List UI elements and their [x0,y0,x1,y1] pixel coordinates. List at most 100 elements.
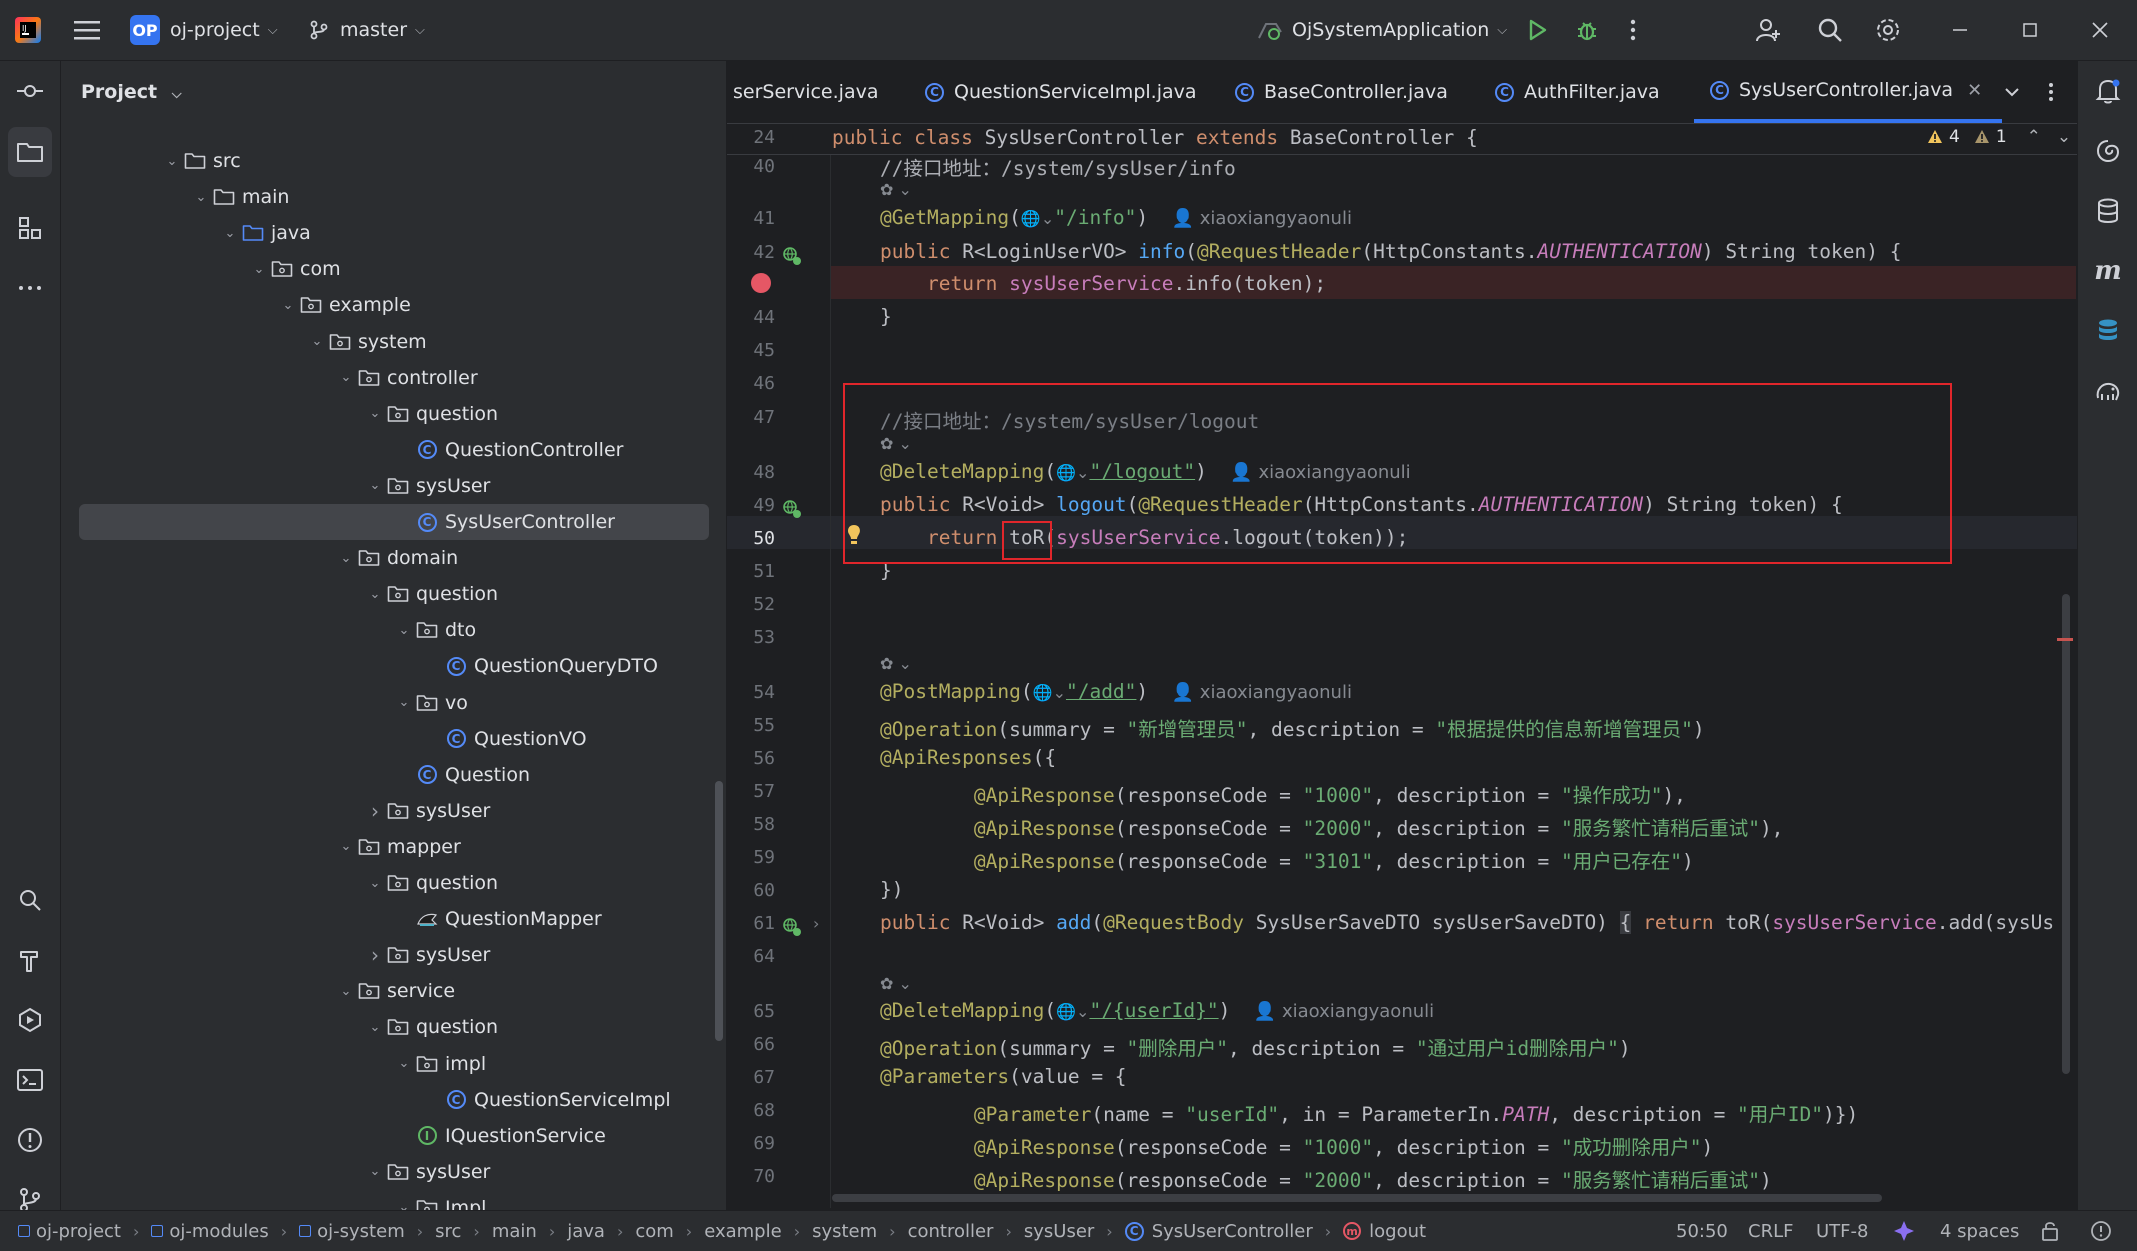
problems-icon[interactable] [0,1115,60,1165]
breadcrumb-item[interactable]: controller [908,1221,994,1242]
chevron-right-icon[interactable]: › [364,943,386,967]
project-view-selector[interactable]: Project ⌵ [81,81,182,103]
project-tree-scrollbar[interactable] [715,781,723,1041]
tree-item[interactable]: › sysUser [61,793,701,829]
tree-item[interactable]: ⌄ mapper [61,829,701,865]
run-config-selector[interactable]: OjSystemApplication ⌵ [1256,0,1507,60]
chevron-down-icon[interactable]: ⌄ [335,370,357,385]
tab-list-chevron-icon[interactable] [2003,61,2021,123]
tree-item[interactable]: ⌄ src [61,143,701,179]
find-icon[interactable] [0,875,60,925]
terminal-icon[interactable] [0,1055,60,1105]
main-menu-icon[interactable] [72,0,102,60]
breadcrumb-item[interactable]: oj-system [317,1221,405,1242]
tree-item[interactable]: ⌄ system [61,324,701,360]
web-endpoint-icon[interactable] [781,916,803,938]
tree-item[interactable]: C QuestionServiceImpl [61,1082,701,1118]
chevron-down-icon[interactable]: ⌄ [277,298,299,313]
tree-item[interactable]: ⌄ question [61,865,701,901]
breadcrumb-item[interactable]: example [704,1221,781,1242]
tab-more-icon[interactable] [2047,61,2055,123]
breadcrumb-item[interactable]: SysUserController [1152,1221,1313,1242]
run-button[interactable] [1524,0,1550,60]
line-separator[interactable]: CRLF [1748,1211,1793,1251]
chevron-up-icon[interactable]: ⌃ [2027,127,2041,147]
chevron-down-icon[interactable]: ⌄ [364,1164,386,1179]
code-editor[interactable]: 24 public class SysUserController extend… [727,124,2077,1208]
chevron-down-icon[interactable]: ⌄ [2057,127,2071,147]
tree-item[interactable]: ⌄ vo [61,685,701,721]
tree-item[interactable]: I IQuestionService [61,1118,701,1154]
commit-icon[interactable] [0,66,60,116]
chevron-down-icon[interactable]: ⌄ [393,695,415,710]
branch-switcher[interactable]: master ⌵ [308,0,425,60]
ai-status-icon[interactable] [1892,1211,1916,1251]
breadcrumb-item[interactable]: oj-modules [169,1221,268,1242]
tree-item[interactable]: ⌄ question [61,576,701,612]
breadcrumb-item[interactable]: main [492,1221,537,1242]
tree-item[interactable]: ⌄ example [61,287,701,323]
chevron-down-icon[interactable]: ⌄ [335,551,357,566]
tree-item[interactable]: ⌄ service [61,973,701,1009]
event-log-icon[interactable] [2090,1211,2112,1251]
ai-hint-icon[interactable]: ✿ ⌄ [880,974,912,993]
settings-gear-icon[interactable] [1874,0,1902,60]
tree-item[interactable]: ⌄ domain [61,540,701,576]
tab-userservice[interactable]: serService.java [733,61,878,123]
tree-item[interactable]: ⌄ controller [61,360,701,396]
tree-item[interactable]: C QuestionVO [61,721,701,757]
chevron-right-icon[interactable]: › [364,799,386,823]
minimize-window-icon[interactable] [1950,0,1970,60]
more-actions-icon[interactable] [1628,0,1638,60]
breadcrumb-item[interactable]: src [435,1221,461,1242]
breadcrumb-item[interactable]: java [567,1221,605,1242]
chevron-down-icon[interactable]: ⌄ [393,1056,415,1071]
search-icon[interactable] [1816,0,1844,60]
chevron-down-icon[interactable]: ⌄ [306,334,328,349]
chevron-down-icon[interactable]: ⌄ [335,839,357,854]
debug-button[interactable] [1574,0,1600,60]
maven-icon[interactable]: m [2078,246,2137,296]
web-endpoint-icon[interactable] [781,498,803,520]
breadcrumb-item[interactable]: oj-project [36,1221,121,1242]
file-encoding[interactable]: UTF-8 [1816,1211,1868,1251]
close-tab-icon[interactable]: ✕ [1967,80,1982,101]
build-hammer-icon[interactable] [0,935,60,985]
chevron-down-icon[interactable]: ⌄ [219,226,241,241]
chevron-down-icon[interactable]: ⌄ [364,1020,386,1035]
tree-item[interactable]: ⌄ question [61,396,701,432]
app-logo-icon[interactable]: IJ [14,0,42,60]
breadcrumb-item[interactable]: system [812,1221,877,1242]
mybatis-database-icon[interactable] [2078,306,2137,356]
chevron-down-icon[interactable]: ⌄ [335,984,357,999]
tree-item[interactable]: ⌄ question [61,1009,701,1045]
fold-chevron-icon[interactable]: › [813,914,819,933]
error-stripe-marker[interactable] [2057,638,2073,641]
editor-vertical-scrollbar[interactable] [2062,594,2070,1074]
inspection-widget[interactable]: 4 1 ⌃ ⌄ [1927,127,2071,147]
notifications-bell-icon[interactable] [2078,66,2137,116]
lock-icon[interactable] [2040,1211,2060,1251]
add-user-icon[interactable] [1754,0,1782,60]
tree-item[interactable]: ⌄ impl [61,1046,701,1082]
gradle-elephant-icon[interactable] [2078,366,2137,416]
tree-item[interactable]: ⌄ java [61,215,701,251]
chevron-down-icon[interactable]: ⌄ [393,623,415,638]
ai-hint-icon[interactable]: ✿ ⌄ [880,654,912,673]
chevron-down-icon[interactable]: ⌄ [161,154,183,169]
web-endpoint-icon[interactable] [781,245,803,267]
close-window-icon[interactable] [2090,0,2110,60]
ai-hint-icon[interactable]: ✿ ⌄ [880,180,912,199]
tree-item[interactable]: C SysUserController [79,504,709,540]
indent-setting[interactable]: 4 spaces [1940,1211,2019,1251]
services-icon[interactable] [0,995,60,1045]
tree-item[interactable]: C QuestionController [61,432,701,468]
chevron-down-icon[interactable]: ⌄ [190,190,212,205]
breadcrumb-item[interactable]: com [635,1221,673,1242]
editor-horizontal-scrollbar[interactable] [832,1194,1882,1202]
maximize-window-icon[interactable] [2020,0,2040,60]
breadcrumb-item[interactable]: logout [1369,1221,1426,1242]
chevron-down-icon[interactable]: ⌄ [248,262,270,277]
project-folder-icon[interactable] [8,127,52,177]
tree-item[interactable]: ⌄ sysUser [61,1154,701,1190]
